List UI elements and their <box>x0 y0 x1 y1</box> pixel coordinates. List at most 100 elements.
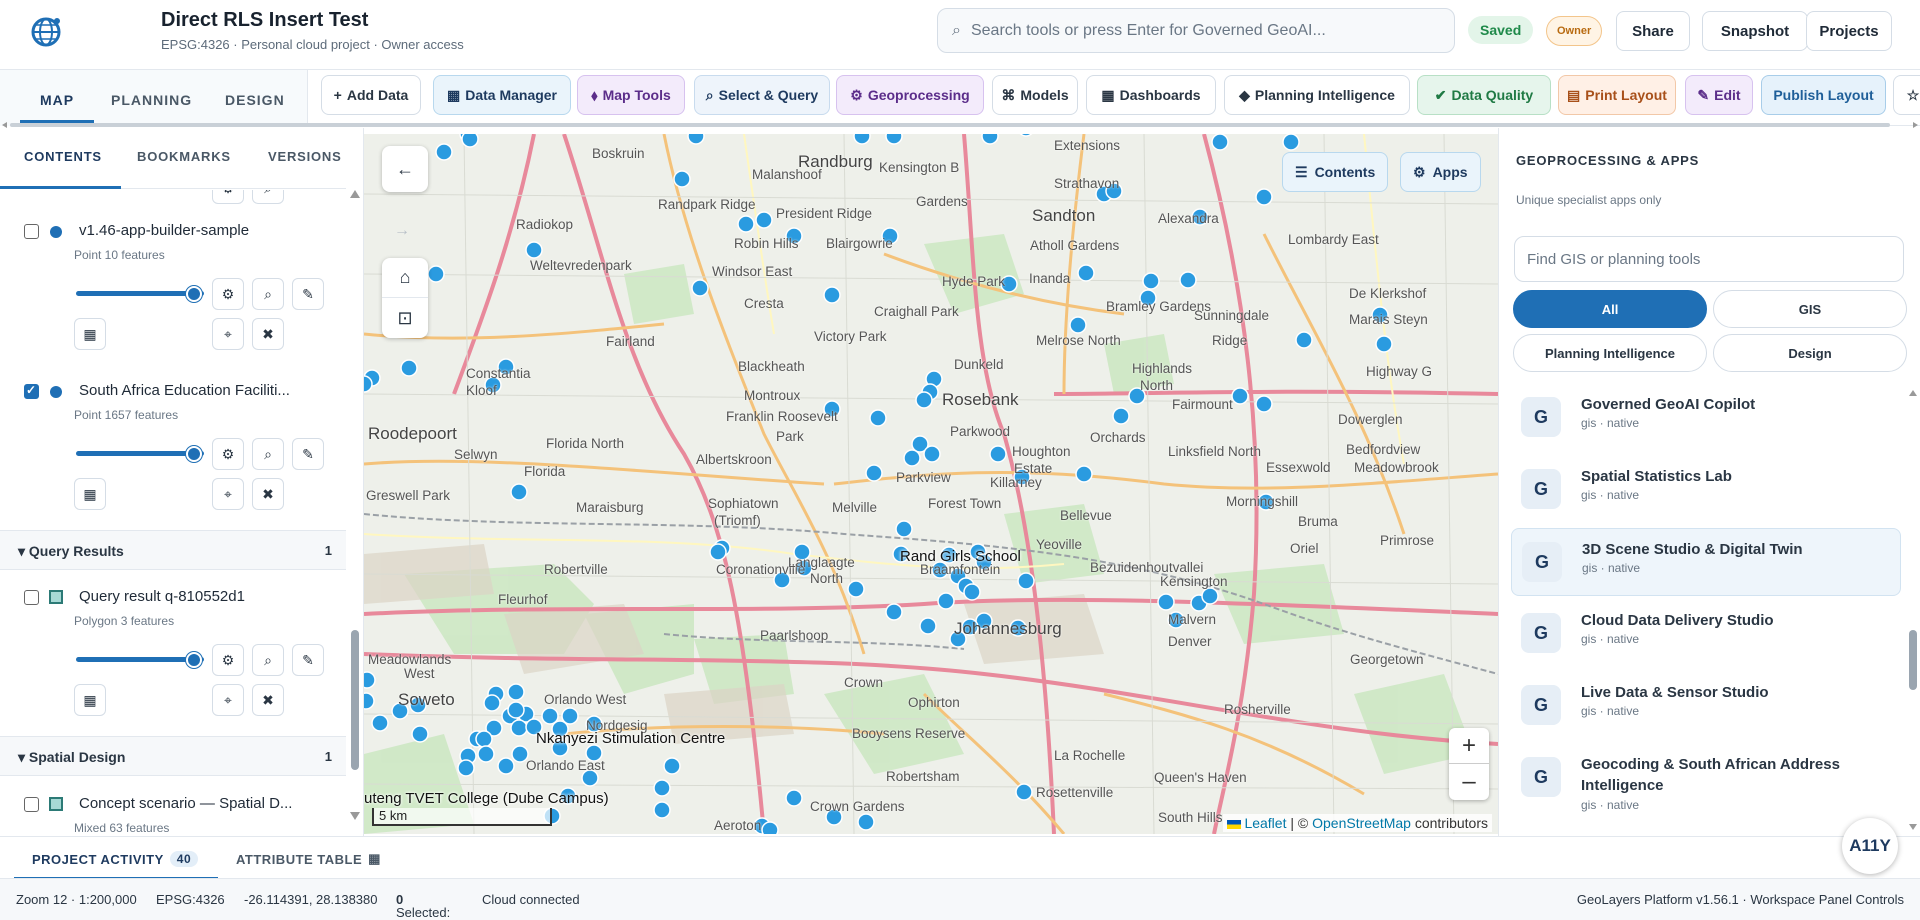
facility-point[interactable] <box>709 543 727 561</box>
facility-point[interactable] <box>371 714 389 732</box>
facility-point[interactable] <box>989 445 1007 463</box>
layer-name[interactable]: v1.46-app-builder-sample <box>79 222 249 239</box>
apps-toggle-button[interactable]: ⚙ Apps <box>1400 152 1481 192</box>
facility-point[interactable] <box>411 725 429 743</box>
filter-design[interactable]: Design <box>1713 334 1907 372</box>
osm-link[interactable]: OpenStreetMap <box>1312 815 1411 831</box>
toolbar-add-data-button[interactable]: + Add Data <box>321 75 421 115</box>
tab-bookmarks[interactable]: BOOKMARKS <box>137 149 231 164</box>
tool-item[interactable]: G Geocoding & South African Address Intel… <box>1511 744 1901 812</box>
tab-attribute-table[interactable]: ATTRIBUTE TABLE ▦ <box>236 851 381 867</box>
toolbar-favorite-button[interactable]: ☆ <box>1893 75 1920 115</box>
edit-pencil-icon[interactable]: ✎ <box>292 644 324 676</box>
layer-visibility-checkbox[interactable] <box>24 797 39 812</box>
toolbar-data-quality-button[interactable]: ✔ Data Quality <box>1417 75 1551 115</box>
locate-icon[interactable]: ⌖ <box>212 318 244 350</box>
facility-point[interactable] <box>427 265 445 283</box>
tool-list[interactable]: G Governed GeoAI Copilot gis · native G Spat… <box>1499 384 1907 836</box>
facility-point[interactable] <box>737 215 755 233</box>
remove-icon[interactable]: ✖ <box>252 318 284 350</box>
opacity-slider[interactable] <box>76 451 204 456</box>
facility-point[interactable] <box>885 603 903 621</box>
projects-button[interactable]: Projects <box>1806 11 1892 51</box>
facility-point[interactable] <box>1211 134 1229 151</box>
accessibility-button[interactable]: A11Y <box>1842 818 1898 874</box>
tool-item[interactable]: G Live Data & Sensor Studio gis · native <box>1511 672 1901 740</box>
layer-list[interactable]: ⚙ ⌕ v1.46-app-builder-sample Point 10 fe… <box>0 190 346 836</box>
facility-point[interactable] <box>1157 593 1175 611</box>
toolbar-planning-intelligence-button[interactable]: ◆ Planning Intelligence <box>1224 75 1410 115</box>
facility-point[interactable] <box>687 134 705 145</box>
facility-point[interactable] <box>755 211 773 229</box>
settings-icon[interactable]: ⚙ <box>212 644 244 676</box>
tab-contents[interactable]: CONTENTS <box>24 149 102 164</box>
facility-point[interactable] <box>823 286 841 304</box>
edit-pencil-icon[interactable]: ✎ <box>292 438 324 470</box>
tool-list-scrollbar[interactable] <box>1909 390 1917 830</box>
settings-icon[interactable]: ⚙ <box>212 278 244 310</box>
facility-point[interactable] <box>895 520 913 538</box>
remove-icon[interactable]: ✖ <box>252 478 284 510</box>
tab-map[interactable]: MAP <box>40 92 74 108</box>
tab-planning[interactable]: PLANNING <box>111 92 192 108</box>
zoom-to-icon[interactable]: ⌕ <box>252 438 284 470</box>
group-header-query-results[interactable]: ▾ Query Results 1 <box>0 530 346 570</box>
facility-point[interactable] <box>1282 134 1300 151</box>
facility-point[interactable] <box>785 789 803 807</box>
facility-point[interactable] <box>981 134 999 145</box>
facility-point[interactable] <box>1015 783 1033 801</box>
opacity-slider-handle[interactable] <box>186 652 202 668</box>
facility-point[interactable] <box>483 694 501 712</box>
filter-all[interactable]: All <box>1513 290 1707 328</box>
facility-point[interactable] <box>865 464 883 482</box>
facility-point[interactable] <box>507 683 525 701</box>
facility-point[interactable] <box>919 617 937 635</box>
toolbar-publish-layout-button[interactable]: Publish Layout <box>1761 75 1886 115</box>
home-icon[interactable]: ⌂ <box>382 258 428 298</box>
facility-point[interactable] <box>1255 188 1273 206</box>
facility-point[interactable] <box>457 759 475 777</box>
layer-list-scrollbar[interactable] <box>350 190 360 820</box>
facility-point[interactable] <box>364 692 375 710</box>
facility-point[interactable] <box>963 583 981 601</box>
toolbar-models-button[interactable]: ⌘ Models <box>992 75 1078 115</box>
settings-icon[interactable]: ⚙ <box>212 438 244 470</box>
toolbar-print-layout-button[interactable]: ▤ Print Layout <box>1558 75 1676 115</box>
facility-point[interactable] <box>1179 271 1197 289</box>
facility-point[interactable] <box>510 719 528 737</box>
tab-versions[interactable]: VERSIONS <box>268 149 342 164</box>
facility-point[interactable] <box>1142 272 1160 290</box>
toolbar-map-tools-button[interactable]: ⬧ Map Tools <box>577 75 685 115</box>
layer-visibility-checkbox[interactable] <box>24 590 39 605</box>
facility-point[interactable] <box>853 134 871 145</box>
facility-point[interactable] <box>497 757 515 775</box>
layer-visibility-checkbox[interactable] <box>24 383 39 399</box>
facility-point[interactable] <box>510 483 528 501</box>
back-arrow-icon[interactable]: ← <box>382 146 428 192</box>
facility-point[interactable] <box>673 170 691 188</box>
opacity-slider-handle[interactable] <box>186 286 202 302</box>
table-icon[interactable]: ▦ <box>74 318 106 350</box>
facility-point[interactable] <box>691 279 709 297</box>
facility-point[interactable] <box>937 592 955 610</box>
map-canvas[interactable]: Boskruin Randburg Extensions Malanshoof Kens… <box>364 134 1498 834</box>
global-search[interactable]: ⌕ <box>937 8 1455 53</box>
toolbar-dashboards-button[interactable]: ▦ Dashboards <box>1086 75 1216 115</box>
filter-gis[interactable]: GIS <box>1713 290 1907 328</box>
facility-point[interactable] <box>475 730 493 748</box>
search-input[interactable] <box>970 21 1431 40</box>
remove-icon[interactable]: ✖ <box>252 684 284 716</box>
facility-point[interactable] <box>400 359 418 377</box>
opacity-slider[interactable] <box>76 657 204 662</box>
opacity-slider[interactable] <box>76 291 204 296</box>
facility-point[interactable] <box>435 143 453 161</box>
zoom-in-button[interactable]: + <box>1449 728 1489 764</box>
facility-point[interactable] <box>507 701 525 719</box>
facility-point[interactable] <box>1112 407 1130 425</box>
facility-point[interactable] <box>663 757 681 775</box>
forward-arrow-icon[interactable]: → <box>394 222 410 240</box>
opacity-slider-handle[interactable] <box>186 446 202 462</box>
tool-item[interactable]: G Cloud Data Delivery Studio gis · native <box>1511 600 1901 668</box>
facility-point[interactable] <box>903 449 921 467</box>
table-icon[interactable]: ▦ <box>74 684 106 716</box>
